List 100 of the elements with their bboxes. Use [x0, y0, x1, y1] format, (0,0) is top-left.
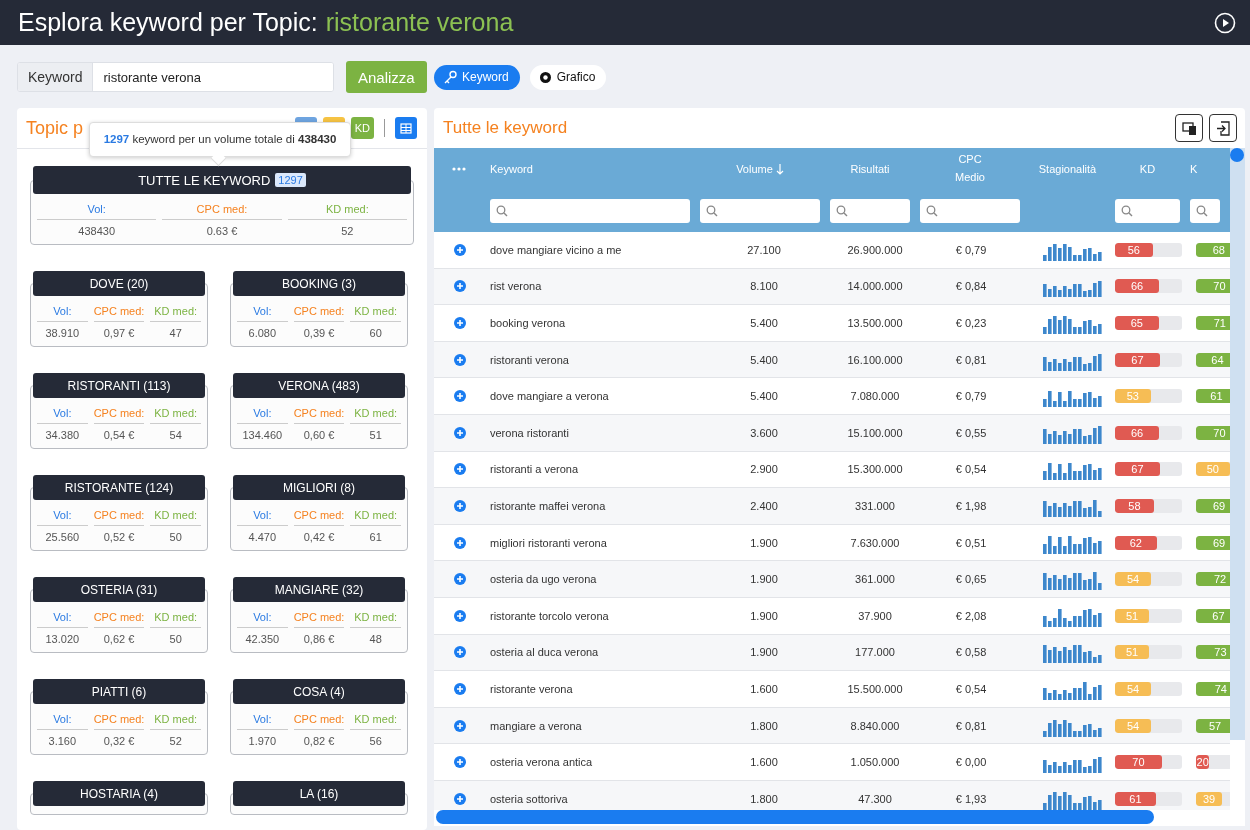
- stat-label: KD med:: [350, 509, 401, 526]
- stat-value: 0.63 €: [205, 224, 239, 237]
- difficulty-bar: 74: [1196, 681, 1230, 696]
- grid-view-button[interactable]: [395, 117, 417, 139]
- stat-label: CPC med:: [93, 305, 145, 322]
- stat-label: CPC med:: [293, 305, 345, 322]
- play-icon[interactable]: [1214, 11, 1236, 34]
- plus-circle-icon[interactable]: [454, 646, 466, 659]
- plus-circle-icon[interactable]: [454, 499, 466, 512]
- volume-cell-text: 1.600: [749, 756, 779, 769]
- stat-value: 0,39 €: [302, 326, 336, 339]
- plus-circle-icon[interactable]: [454, 426, 466, 439]
- plus-circle-icon[interactable]: [454, 353, 466, 366]
- filter-field[interactable]: [1190, 199, 1220, 223]
- volume-cell-text: 1.800: [749, 719, 779, 732]
- difficulty-bar: 70: [1196, 279, 1230, 294]
- plus-circle-icon[interactable]: [454, 536, 466, 549]
- results-cell-text: 47.300: [857, 792, 893, 805]
- results-cell-text: 7.630.000: [849, 536, 901, 549]
- difficulty-bar: 67: [1115, 352, 1160, 367]
- plus-circle-icon[interactable]: [454, 573, 466, 586]
- stat-value: 60: [368, 326, 383, 339]
- stat-label: KD med:: [287, 203, 407, 220]
- cpc-cell-text: € 0,55: [954, 426, 988, 439]
- sort-down-icon[interactable]: [775, 163, 784, 175]
- volume-cell-text: 2.900: [749, 463, 779, 476]
- difficulty-bar: 66: [1115, 425, 1160, 440]
- difficulty-bar: 61: [1196, 389, 1230, 404]
- stat-value: 1.970: [247, 734, 278, 747]
- panel-title: Tutte le keyword: [443, 118, 568, 138]
- filter-field[interactable]: [920, 199, 1020, 223]
- export-button[interactable]: [1209, 114, 1237, 142]
- results-cell-text: 37.900: [857, 609, 893, 622]
- topic-header[interactable]: COSA (4): [233, 679, 405, 704]
- topic-header[interactable]: OSTERIA (31): [33, 577, 205, 602]
- difficulty-bar: 20: [1196, 755, 1210, 770]
- keyword-field[interactable]: Keyword ristorante verona: [17, 62, 334, 92]
- filter-field[interactable]: [830, 199, 910, 223]
- plus-circle-icon[interactable]: [454, 792, 466, 805]
- results-cell-text: 361.000: [854, 573, 896, 586]
- volume-cell-text: 3.600: [749, 426, 779, 439]
- topic-header[interactable]: RISTORANTE (124): [33, 475, 205, 500]
- plus-circle-icon[interactable]: [454, 463, 466, 476]
- stat-value: 47: [168, 326, 183, 339]
- topic-header[interactable]: PIATTI (6): [33, 679, 205, 704]
- results-cell-text: 177.000: [854, 646, 896, 659]
- view-tab[interactable]: Keyword: [434, 64, 520, 90]
- cpc-cell-text: € 0,79: [954, 243, 988, 256]
- difficulty-bar: 69: [1196, 535, 1230, 550]
- horizontal-scrollbar[interactable]: [436, 810, 1154, 824]
- topic-header[interactable]: MANGIARE (32): [233, 577, 405, 602]
- difficulty-bar: 51: [1115, 608, 1150, 623]
- stat-value: 34.380: [44, 428, 81, 441]
- difficulty-bar: 67: [1115, 462, 1160, 477]
- results-cell-text: 16.100.000: [846, 353, 904, 366]
- stat-value: 3.160: [47, 734, 78, 747]
- search-icon: [836, 205, 848, 217]
- results-cell-text: 331.000: [854, 499, 896, 512]
- stat-label: Vol:: [237, 509, 288, 526]
- plus-circle-icon[interactable]: [454, 609, 466, 622]
- radio-dot-icon: [538, 70, 552, 84]
- keyword-cell-text: dove mangiare a verona: [490, 390, 610, 403]
- topic-header[interactable]: RISTORANTI (113): [33, 373, 205, 398]
- results-cell-text: 14.000.000: [846, 280, 904, 293]
- search-icon: [706, 205, 718, 217]
- filter-field[interactable]: [1115, 199, 1180, 223]
- vertical-scrollbar[interactable]: [1230, 148, 1244, 162]
- view-tab[interactable]: Grafico: [529, 64, 607, 90]
- stat-value: 38.910: [44, 326, 81, 339]
- plus-circle-icon[interactable]: [454, 682, 466, 695]
- plus-circle-icon[interactable]: [454, 243, 466, 256]
- topic-header[interactable]: HOSTARIA (4): [33, 781, 205, 806]
- plus-circle-icon[interactable]: [454, 317, 466, 329]
- cpc-cell-text: € 0,65: [954, 573, 988, 586]
- volume-cell-text: 2.400: [749, 499, 779, 512]
- topic-header[interactable]: MIGLIORI (8): [233, 475, 405, 500]
- volume-cell-text: 1.900: [749, 573, 779, 586]
- stat-label: CPC med:: [293, 611, 345, 628]
- stat-label: Vol:: [37, 713, 88, 730]
- difficulty-bar: 64: [1196, 352, 1230, 367]
- cpc-cell-text: € 0,54: [954, 682, 988, 695]
- topic-header[interactable]: DOVE (20): [33, 271, 205, 296]
- keyword-cell-text: rist verona: [490, 280, 543, 293]
- filter-field[interactable]: [490, 199, 690, 223]
- copy-button[interactable]: [1175, 114, 1203, 142]
- plus-circle-icon[interactable]: [454, 280, 466, 293]
- cpc-cell-text: € 1,98: [954, 499, 988, 512]
- plus-circle-icon[interactable]: [454, 719, 466, 732]
- topic-header[interactable]: VERONA (483): [233, 373, 405, 398]
- stat-label: KD med:: [150, 611, 201, 628]
- topic-header[interactable]: TUTTE LE KEYWORD 1297: [33, 166, 411, 194]
- difficulty-bar: 65: [1115, 316, 1159, 330]
- keyword-cell-text: osteria da ugo verona: [490, 573, 598, 586]
- filter-field[interactable]: [700, 199, 820, 223]
- more-icon[interactable]: [452, 167, 466, 171]
- plus-circle-icon[interactable]: [454, 390, 466, 403]
- topic-header[interactable]: BOOKING (3): [233, 271, 405, 296]
- plus-circle-icon[interactable]: [454, 756, 466, 769]
- stat-label: KD med:: [350, 611, 401, 628]
- topic-header[interactable]: LA (16): [233, 781, 405, 806]
